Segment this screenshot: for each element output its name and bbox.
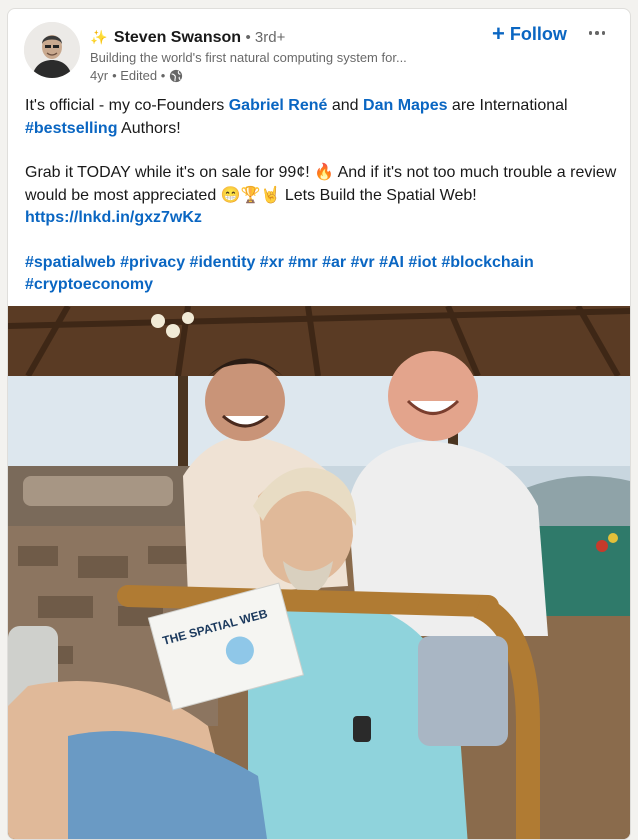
sparkle-icon: ✨ [90, 29, 108, 45]
hashtag[interactable]: #blockchain [441, 254, 533, 271]
ellipsis-icon [588, 31, 593, 35]
hashtag-bestselling[interactable]: #bestselling [25, 120, 117, 137]
mention-gabriel[interactable]: Gabriel René [229, 97, 328, 114]
author-avatar[interactable] [24, 22, 80, 78]
follow-label: Follow [509, 23, 567, 44]
hashtag[interactable]: #xr [260, 254, 284, 271]
post-header: ✨ Steven Swanson • 3rd+ Building the wor… [8, 9, 630, 99]
more-options-button[interactable] [582, 21, 612, 45]
hashtag[interactable]: #identity [190, 254, 256, 271]
post-paragraph-1: It's official - my co-Founders Gabriel R… [25, 95, 617, 140]
hashtag[interactable]: #vr [351, 254, 375, 271]
post-card: ✨ Steven Swanson • 3rd+ Building the wor… [7, 8, 631, 840]
post-time: 4yr [90, 68, 109, 83]
globe-icon [169, 69, 183, 83]
post-meta: 4yr • Edited • [90, 68, 183, 84]
edited-label: • Edited • [112, 68, 166, 83]
post-body: It's official - my co-Founders Gabriel R… [25, 95, 617, 297]
post-paragraph-2: Grab it TODAY while it's on sale for 99¢… [25, 162, 617, 230]
hashtag[interactable]: #mr [288, 254, 317, 271]
connection-degree: • 3rd+ [245, 29, 286, 46]
hashtag[interactable]: #iot [408, 254, 436, 271]
hashtag[interactable]: #AI [379, 254, 404, 271]
author-name[interactable]: Steven Swanson [114, 29, 241, 46]
mention-dan[interactable]: Dan Mapes [363, 97, 447, 114]
hashtag-list: #spatialweb #privacy #identity #xr #mr #… [25, 252, 617, 297]
author-line: ✨ Steven Swanson • 3rd+ [90, 28, 285, 47]
post-text: are International [447, 97, 568, 114]
plus-icon: + [492, 21, 505, 46]
hashtag[interactable]: #spatialweb [25, 254, 116, 271]
post-text: and [327, 97, 364, 114]
hashtag[interactable]: #privacy [120, 254, 185, 271]
hashtag[interactable]: #ar [322, 254, 346, 271]
hashtag[interactable]: #cryptoeconomy [25, 276, 153, 293]
avatar-image [24, 22, 80, 78]
post-link[interactable]: https://lnkd.in/gxz7wKz [25, 209, 202, 226]
post-photo: THE SPATIAL WEB [8, 306, 630, 839]
post-text: Authors! [117, 119, 181, 137]
post-image[interactable]: THE SPATIAL WEB [8, 306, 630, 839]
author-headline: Building the world's first natural compu… [90, 50, 407, 65]
follow-button[interactable]: + Follow [486, 21, 573, 47]
post-text: It's official - my co-Founders [25, 97, 229, 114]
post-text: Grab it TODAY while it's on sale for 99¢… [25, 164, 617, 204]
